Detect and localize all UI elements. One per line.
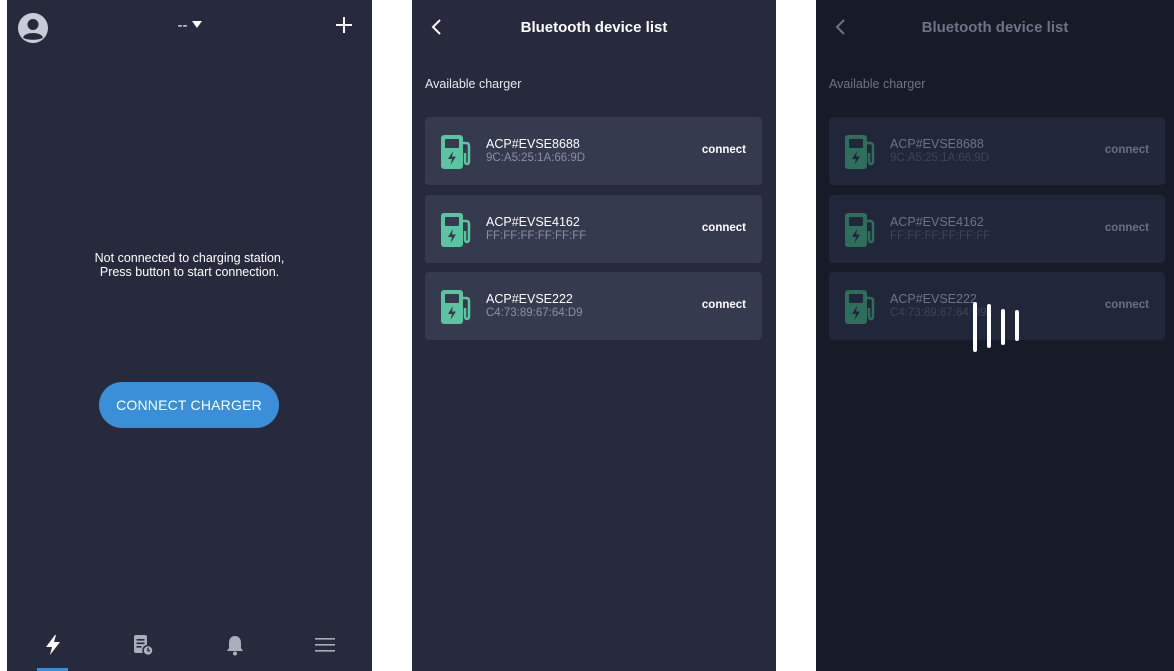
bluetooth-connecting-screen: Bluetooth device list Available charger …: [816, 0, 1174, 671]
connect-charger-button[interactable]: CONNECT CHARGER: [99, 382, 279, 428]
device-mac-address: FF:FF:FF:FF:FF:FF: [890, 230, 991, 242]
page-title: Bluetooth device list: [921, 19, 1069, 36]
connect-button: connect: [1104, 299, 1149, 311]
section-label: Available charger: [829, 77, 926, 91]
device-card[interactable]: ACP#EVSE8688 9C:A5:25:1A:66:9D connect: [425, 117, 762, 185]
page-title: Bluetooth device list: [520, 19, 668, 36]
device-name: ACP#EVSE222: [486, 292, 573, 306]
bell-icon[interactable]: [223, 633, 247, 657]
device-mac-address: 9C:A5:25:1A:66:9D: [890, 152, 990, 164]
menu-icon[interactable]: [313, 633, 337, 657]
connection-status-message: Not connected to charging station, Press…: [7, 251, 372, 279]
section-label: Available charger: [425, 77, 522, 91]
status-line-1: Not connected to charging station,: [94, 251, 285, 265]
charging-station-icon: [441, 135, 471, 169]
connect-button[interactable]: connect: [702, 144, 746, 156]
loader-bar: [1015, 310, 1019, 341]
loading-spinner-icon: [971, 298, 1027, 354]
charging-station-icon: [441, 213, 471, 247]
charging-station-icon: [845, 135, 875, 169]
loader-bar: [1001, 309, 1005, 345]
station-selector[interactable]: --: [127, 17, 252, 34]
device-name: ACP#EVSE8688: [890, 137, 984, 151]
station-selector-value: --: [177, 17, 188, 34]
bottom-navigation: [7, 621, 372, 671]
user-avatar-icon[interactable]: [17, 12, 49, 44]
device-mac-address: 9C:A5:25:1A:66:9D: [486, 152, 586, 164]
charging-station-icon: [441, 290, 471, 324]
caret-down-icon: [191, 21, 202, 28]
device-card[interactable]: ACP#EVSE222 C4:73:89:67:64:D9 connect: [425, 272, 762, 340]
device-card: ACP#EVSE4162 FF:FF:FF:FF:FF:FF connect: [829, 195, 1165, 263]
status-line-2: Press button to start connection.: [99, 265, 280, 279]
plus-icon[interactable]: [334, 15, 354, 35]
device-name: ACP#EVSE8688: [486, 137, 580, 151]
device-name: ACP#EVSE222: [890, 292, 977, 306]
connect-button[interactable]: connect: [702, 222, 746, 234]
device-mac-address: FF:FF:FF:FF:FF:FF: [486, 230, 587, 242]
charging-station-icon: [845, 213, 875, 247]
charging-home-screen: -- Not connected to charging station, Pr…: [7, 0, 372, 671]
bluetooth-device-list-screen: Bluetooth device list Available charger …: [412, 0, 776, 671]
loader-bar: [973, 302, 977, 352]
connect-button: connect: [1104, 222, 1149, 234]
device-mac-address: C4:73:89:67:64:D9: [486, 307, 583, 319]
device-card[interactable]: ACP#EVSE4162 FF:FF:FF:FF:FF:FF connect: [425, 195, 762, 263]
loader-bar: [987, 304, 991, 348]
device-card: ACP#EVSE8688 9C:A5:25:1A:66:9D connect: [829, 117, 1165, 185]
bolt-icon[interactable]: [41, 633, 65, 657]
connect-button: connect: [1104, 144, 1149, 156]
device-name: ACP#EVSE4162: [890, 215, 984, 229]
connect-button[interactable]: connect: [702, 299, 746, 311]
device-name: ACP#EVSE4162: [486, 215, 580, 229]
report-icon[interactable]: [131, 633, 155, 657]
charging-station-icon: [845, 290, 875, 324]
